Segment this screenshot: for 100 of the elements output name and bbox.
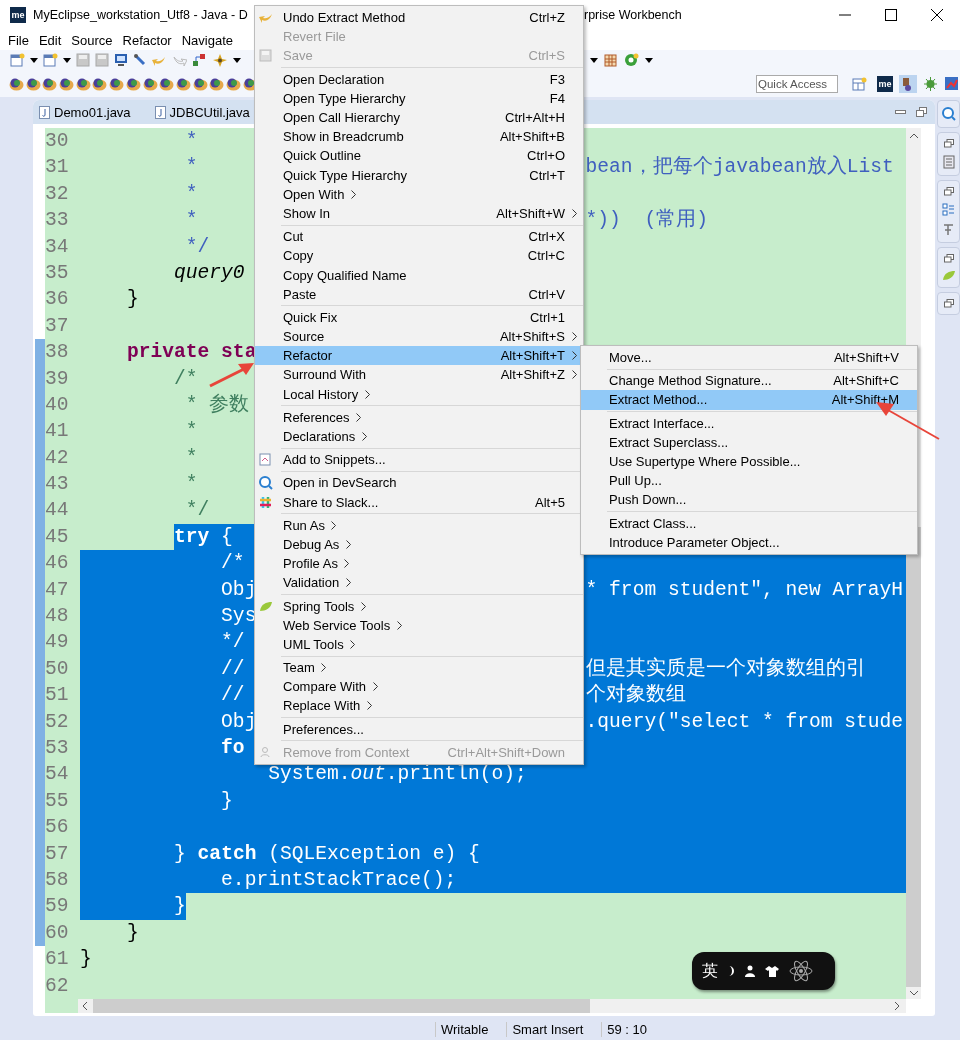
new-class-icon[interactable] <box>43 53 58 67</box>
menu-item[interactable]: Undo Extract Method Ctrl+Z <box>255 8 583 28</box>
horizontal-scrollbar[interactable] <box>78 998 906 1013</box>
restore-icon[interactable] <box>943 299 954 308</box>
hierarchy-icon[interactable] <box>942 203 955 216</box>
menu-item[interactable]: Validation <box>255 573 583 593</box>
menu-item[interactable]: Surround With Alt+Shift+Z <box>255 365 583 385</box>
menu-item[interactable]: Open With <box>255 184 583 204</box>
sphere-icon[interactable] <box>209 76 225 91</box>
chevron-up-icon[interactable] <box>908 133 919 139</box>
editor-tab[interactable]: Demo01.java <box>39 100 143 124</box>
chart-icon[interactable] <box>944 76 959 91</box>
menu-item[interactable]: Compare With <box>255 677 583 697</box>
sphere-icon[interactable] <box>192 76 208 91</box>
menu-item[interactable]: Extract Interface... <box>581 413 917 433</box>
sphere-icon[interactable] <box>125 76 141 91</box>
sphere-icon[interactable] <box>142 76 158 91</box>
grid-icon[interactable] <box>604 53 618 67</box>
monitor-icon[interactable] <box>114 53 128 67</box>
menu-item[interactable]: Add to Snippets... <box>255 450 583 470</box>
perspective-logo[interactable]: me <box>877 75 893 92</box>
caret-icon[interactable] <box>590 57 598 63</box>
menu-item[interactable]: Spring Tools <box>255 596 583 616</box>
person-icon[interactable] <box>744 965 756 977</box>
menu-item[interactable]: Pull Up... <box>581 471 917 491</box>
network-icon[interactable] <box>192 53 207 67</box>
input-mode-label[interactable]: 英 <box>702 960 718 982</box>
menu-item[interactable]: Local History <box>255 384 583 404</box>
new-file-icon[interactable] <box>10 53 25 67</box>
menu-item[interactable]: Profile As <box>255 554 583 574</box>
chevron-down-icon[interactable] <box>908 990 919 996</box>
restore-icon[interactable] <box>943 187 954 196</box>
menu-item[interactable]: Introduce Parameter Object... <box>581 532 917 552</box>
menu-item[interactable]: Replace With <box>255 696 583 716</box>
sphere-icon[interactable] <box>159 76 175 91</box>
menu-item[interactable]: Cut Ctrl+X <box>255 227 583 247</box>
sparkle-icon[interactable] <box>212 52 228 68</box>
menu-item[interactable]: Copy Qualified Name <box>255 265 583 285</box>
menu-item[interactable]: Declarations <box>255 426 583 447</box>
caret-icon[interactable] <box>63 57 71 63</box>
moon-icon[interactable] <box>727 965 735 977</box>
minimize-icon[interactable] <box>895 108 906 116</box>
menu-item[interactable]: Source Alt+Shift+S <box>255 327 583 347</box>
menu-item[interactable]: Team <box>255 658 583 678</box>
menu-item[interactable]: Quick Outline Ctrl+O <box>255 146 583 166</box>
sphere-icon[interactable] <box>59 76 75 91</box>
shirt-icon[interactable] <box>765 965 779 977</box>
menu-bar-item[interactable]: Source <box>66 32 118 48</box>
menu-item[interactable]: Paste Ctrl+V <box>255 284 583 304</box>
scrollbar-thumb[interactable] <box>906 527 921 987</box>
menu-item[interactable]: Open in DevSearch <box>255 473 583 493</box>
restore-icon[interactable] <box>943 139 954 148</box>
bug-icon[interactable] <box>923 76 938 91</box>
caret-icon[interactable] <box>645 57 653 63</box>
menu-item[interactable]: Extract Class... <box>581 513 917 533</box>
menu-item[interactable]: Extract Method... Alt+Shift+M <box>581 390 917 410</box>
menu-item[interactable]: Refactor Alt+Shift+T <box>255 346 583 366</box>
menu-item[interactable]: UML Tools <box>255 634 583 654</box>
quick-access-field[interactable]: Quick Access <box>756 74 838 93</box>
menu-item[interactable]: Change Method Signature... Alt+Shift+C <box>581 371 917 391</box>
layout-icon[interactable] <box>852 76 867 91</box>
sphere-icon[interactable] <box>25 76 41 91</box>
menu-item[interactable]: Web Service Tools <box>255 615 583 635</box>
sphere-icon[interactable] <box>175 76 191 91</box>
menu-item[interactable]: Quick Fix Ctrl+1 <box>255 307 583 327</box>
close-icon[interactable] <box>930 8 944 22</box>
sphere-icon[interactable] <box>42 76 58 91</box>
devsearch-icon[interactable] <box>941 107 956 121</box>
menu-item[interactable]: Move... Alt+Shift+V <box>581 348 917 368</box>
scrollbar-thumb[interactable] <box>93 998 590 1013</box>
chevron-right-icon[interactable] <box>894 1000 900 1011</box>
menu-item[interactable]: Show In Alt+Shift+W <box>255 203 583 224</box>
java-perspective-icon[interactable] <box>899 74 917 93</box>
menu-item[interactable]: Share to Slack... Alt+5 <box>255 492 583 512</box>
menu-item[interactable]: Extract Superclass... <box>581 432 917 452</box>
sphere-icon[interactable] <box>109 76 125 91</box>
pin-icon[interactable] <box>133 53 147 67</box>
sphere-icon[interactable] <box>75 76 91 91</box>
menu-item[interactable]: Debug As <box>255 534 583 555</box>
menu-bar-item[interactable]: Refactor <box>117 32 177 48</box>
sphere-icon[interactable] <box>225 76 241 91</box>
sphere-icon[interactable] <box>9 76 24 91</box>
menu-bar-item[interactable]: Edit <box>33 32 67 48</box>
caret-icon[interactable] <box>30 57 38 63</box>
restore-icon[interactable] <box>916 107 927 117</box>
atom-icon[interactable] <box>788 958 814 984</box>
caret-icon[interactable] <box>233 57 241 63</box>
menu-item[interactable]: Push Down... <box>581 490 917 510</box>
menu-item[interactable]: Preferences... <box>255 719 583 739</box>
menu-bar-item[interactable]: Navigate <box>176 32 238 48</box>
maximize-icon[interactable] <box>884 8 898 22</box>
menu-item[interactable]: References <box>255 407 583 427</box>
menu-item[interactable]: Copy Ctrl+C <box>255 246 583 266</box>
menu-item[interactable]: Show in Breadcrumb Alt+Shift+B <box>255 127 583 147</box>
menu-item[interactable]: Open Declaration F3 <box>255 69 583 89</box>
outline-icon[interactable] <box>942 223 955 236</box>
restore-icon[interactable] <box>943 254 954 263</box>
sphere-icon[interactable] <box>92 76 108 91</box>
menu-bar-item[interactable]: File <box>3 32 34 48</box>
menu-item[interactable]: Quick Type Hierarchy Ctrl+T <box>255 165 583 185</box>
